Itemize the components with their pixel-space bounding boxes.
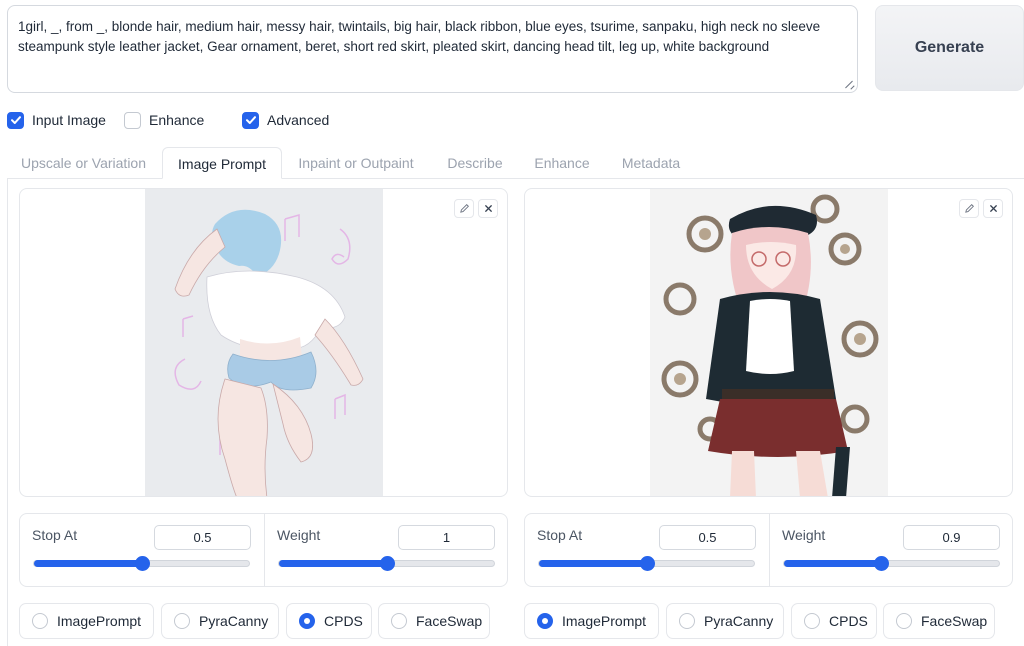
radio-label: CPDS (324, 613, 363, 629)
pencil-icon (459, 204, 469, 213)
input-image-checkbox[interactable]: Input Image (7, 110, 106, 130)
options-row: Input Image Enhance Advanced (0, 110, 1024, 130)
radio-label: ImagePrompt (562, 613, 647, 629)
close-icon (989, 205, 997, 212)
radio-cpds[interactable]: CPDS (286, 603, 372, 639)
slider-thumb[interactable] (639, 556, 655, 571)
radio-label: FaceSwap (921, 613, 988, 629)
radio-label: PyraCanny (199, 613, 269, 629)
weight-control: Weight 0.9 (770, 514, 1014, 586)
slider-thumb[interactable] (134, 556, 150, 571)
advanced-checkbox[interactable]: Advanced (242, 110, 329, 130)
radio-label: ImagePrompt (57, 613, 142, 629)
checkbox-label: Enhance (149, 112, 205, 128)
weight-label: Weight (782, 527, 826, 543)
radio-on-icon[interactable] (299, 613, 315, 629)
control-type-group-1: ImagePrompt PyraCanny CPDS FaceSwap (19, 603, 508, 639)
radio-label: FaceSwap (416, 613, 483, 629)
radio-off-icon[interactable] (896, 613, 912, 629)
uploaded-image-2 (650, 189, 888, 496)
stop-at-label: Stop At (537, 527, 583, 543)
generate-button[interactable]: Generate (875, 5, 1024, 91)
enhance-checkbox[interactable]: Enhance (124, 110, 204, 130)
radio-imageprompt[interactable]: ImagePrompt (19, 603, 154, 639)
radio-imageprompt[interactable]: ImagePrompt (524, 603, 659, 639)
radio-label: PyraCanny (704, 613, 774, 629)
radio-label: CPDS (829, 613, 868, 629)
edit-image-button[interactable] (454, 199, 474, 218)
radio-off-icon[interactable] (679, 613, 695, 629)
radio-off-icon[interactable] (391, 613, 407, 629)
tab-bar: Upscale or Variation Image Prompt Inpain… (7, 147, 1024, 179)
prompt-textarea[interactable]: 1girl, _, from _, blonde hair, medium ha… (7, 5, 858, 93)
stop-at-input[interactable]: 0.5 (154, 525, 251, 550)
edit-image-button[interactable] (959, 199, 979, 218)
panel-border (7, 178, 8, 646)
radio-off-icon[interactable] (174, 613, 190, 629)
clear-image-button[interactable] (983, 199, 1003, 218)
pencil-icon (964, 204, 974, 213)
stop-at-input[interactable]: 0.5 (659, 525, 756, 550)
slider-fill (279, 560, 387, 567)
tab-upscale-or-variation[interactable]: Upscale or Variation (11, 147, 156, 179)
weight-input[interactable]: 0.9 (903, 525, 1000, 550)
image-input-2[interactable] (524, 188, 1013, 497)
radio-pyracanny[interactable]: PyraCanny (666, 603, 784, 639)
close-icon (484, 205, 492, 212)
stop-at-control: Stop At 0.5 (20, 514, 264, 586)
weight-input[interactable]: 1 (398, 525, 495, 550)
radio-off-icon[interactable] (804, 613, 820, 629)
radio-faceswap[interactable]: FaceSwap (883, 603, 995, 639)
image-input-1[interactable] (19, 188, 508, 497)
weight-control: Weight 1 (265, 514, 509, 586)
stop-at-label: Stop At (32, 527, 78, 543)
checkbox-label: Input Image (32, 112, 106, 128)
tab-enhance[interactable]: Enhance (524, 147, 600, 179)
stop-at-control: Stop At 0.5 (525, 514, 769, 586)
slider-group-1: Stop At 0.5 Weight 1 (19, 513, 508, 587)
tab-describe[interactable]: Describe (437, 147, 513, 179)
uploaded-image-1 (145, 189, 383, 496)
slider-fill (34, 560, 142, 567)
resize-grip-icon[interactable] (845, 79, 855, 89)
checkbox-checked-icon[interactable] (242, 111, 259, 129)
radio-cpds[interactable]: CPDS (791, 603, 877, 639)
control-type-group-2: ImagePrompt PyraCanny CPDS FaceSwap (524, 603, 1013, 639)
weight-slider[interactable] (278, 556, 495, 571)
tab-metadata[interactable]: Metadata (613, 147, 689, 179)
slider-fill (784, 560, 881, 567)
tab-divider (7, 178, 1024, 179)
slider-group-2: Stop At 0.5 Weight 0.9 (524, 513, 1013, 587)
radio-on-icon[interactable] (537, 613, 553, 629)
slider-thumb[interactable] (873, 556, 889, 571)
slider-fill (539, 560, 647, 567)
radio-faceswap[interactable]: FaceSwap (378, 603, 490, 639)
checkbox-checked-icon[interactable] (7, 111, 24, 129)
weight-label: Weight (277, 527, 321, 543)
weight-slider[interactable] (783, 556, 1000, 571)
radio-pyracanny[interactable]: PyraCanny (161, 603, 279, 639)
clear-image-button[interactable] (478, 199, 498, 218)
slider-thumb[interactable] (379, 556, 395, 571)
checkbox-unchecked-icon[interactable] (124, 111, 141, 129)
stop-at-slider[interactable] (33, 556, 250, 571)
checkbox-label: Advanced (267, 112, 330, 128)
radio-off-icon[interactable] (32, 613, 48, 629)
tab-inpaint-or-outpaint[interactable]: Inpaint or Outpaint (288, 147, 424, 179)
tab-image-prompt[interactable]: Image Prompt (162, 147, 282, 179)
stop-at-slider[interactable] (538, 556, 755, 571)
